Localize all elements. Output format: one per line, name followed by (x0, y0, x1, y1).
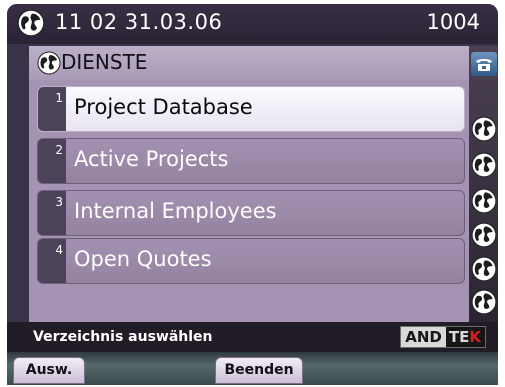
services-panel: DIENSTE 1 Project Database 2 Active Proj… (29, 46, 469, 322)
prompt-text: Verzeichnis auswählen (33, 329, 213, 345)
softkey-bar: Ausw. Beenden (7, 352, 498, 385)
menu-item-label: Open Quotes (74, 247, 212, 271)
menu-item-number: 1 (38, 87, 66, 131)
menu-item-internal-employees[interactable]: 3 Internal Employees (37, 190, 465, 236)
phone-screen: 11 02 31.03.06 1004 DIENSTE 1 Project Da… (7, 4, 498, 385)
menu-item-number: 3 (38, 191, 66, 235)
menu-item-label: Internal Employees (74, 199, 277, 223)
globe-icon[interactable] (471, 152, 497, 178)
menu-item-label: Active Projects (74, 147, 229, 171)
status-bar: 11 02 31.03.06 1004 (7, 4, 498, 44)
logo-tek: TEK (445, 327, 485, 347)
menu-item-project-database[interactable]: 1 Project Database (37, 86, 465, 132)
section-header: DIENSTE (29, 46, 469, 80)
menu-item-label: Project Database (74, 95, 253, 119)
status-datetime: 11 02 31.03.06 (55, 10, 223, 34)
globe-icon[interactable] (471, 256, 497, 282)
globe-icon[interactable] (471, 289, 497, 315)
globe-icon[interactable] (471, 188, 497, 214)
globe-icon (37, 51, 61, 75)
section-title: DIENSTE (61, 50, 148, 74)
globe-icon[interactable] (471, 116, 497, 142)
menu-item-open-quotes[interactable]: 4 Open Quotes (37, 238, 465, 284)
select-softkey[interactable]: Ausw. (13, 357, 85, 384)
line-key-strip (469, 46, 498, 322)
exit-softkey[interactable]: Beenden (215, 357, 303, 384)
menu-item-number: 2 (38, 139, 66, 183)
logo-and: AND (401, 327, 446, 347)
globe-icon (17, 9, 45, 37)
globe-icon[interactable] (471, 222, 497, 248)
phone-icon[interactable] (471, 52, 497, 76)
status-extension: 1004 (426, 10, 480, 34)
andtek-logo: AND TEK (400, 326, 486, 348)
menu-item-active-projects[interactable]: 2 Active Projects (37, 138, 465, 184)
prompt-bar: Verzeichnis auswählen AND TEK (7, 322, 498, 352)
menu-item-number: 4 (38, 239, 66, 283)
